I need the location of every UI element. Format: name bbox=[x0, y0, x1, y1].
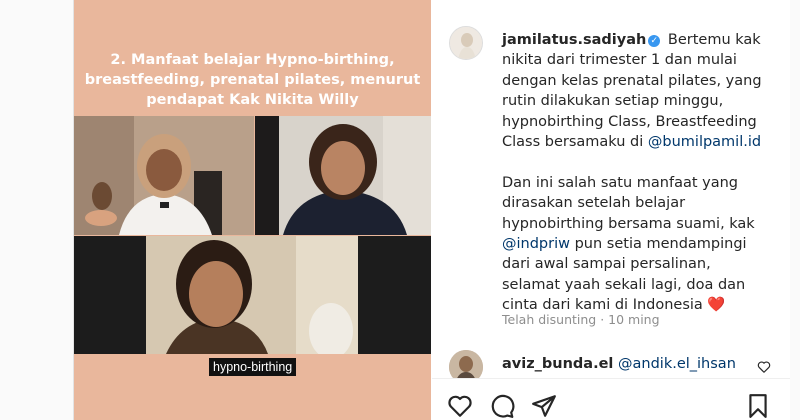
verified-badge-icon: ✓ bbox=[648, 35, 661, 47]
post-sidebar: jamilatus.sadiyah ✓ Bertemu kak nikita da… bbox=[432, 0, 790, 420]
caption-text-2: Dan ini salah satu manfaat yang dirasaka… bbox=[502, 174, 755, 232]
post-meta: Telah disunting · 10 ming bbox=[502, 312, 660, 327]
caption-text-1: Bertemu kak nikita dari trimester 1 dan … bbox=[502, 32, 762, 151]
heart-icon[interactable] bbox=[447, 393, 473, 419]
mention-link-2[interactable]: @indpriw bbox=[502, 236, 570, 252]
comment-bubble-icon[interactable] bbox=[489, 393, 515, 419]
heart-emoji: ❤️ bbox=[707, 297, 726, 314]
comment-heart-icon[interactable] bbox=[757, 360, 771, 374]
comment-mention[interactable]: @andik.el_ihsan bbox=[618, 356, 736, 372]
post-modal: 2. Manfaat belajar Hypno-birthing, breas… bbox=[73, 0, 790, 420]
author-avatar[interactable] bbox=[449, 26, 483, 60]
commenter-username[interactable]: aviz_bunda.el bbox=[502, 356, 613, 372]
person-3-illustration bbox=[146, 236, 358, 354]
mention-link-1[interactable]: @bumilpamil.id bbox=[648, 134, 761, 150]
video-tile-3 bbox=[74, 236, 431, 354]
post-media[interactable]: 2. Manfaat belajar Hypno-birthing, breas… bbox=[74, 0, 431, 420]
comment-row: aviz_bunda.el @andik.el_ihsan bbox=[502, 356, 736, 372]
video-subtitle: hypno-birthing bbox=[209, 358, 297, 376]
author-avatar-image bbox=[450, 27, 482, 59]
author-username[interactable]: jamilatus.sadiyah bbox=[502, 32, 646, 48]
action-bar bbox=[432, 378, 790, 420]
post-caption: jamilatus.sadiyah ✓ Bertemu kak nikita da… bbox=[502, 30, 766, 316]
bookmark-icon[interactable] bbox=[745, 393, 771, 419]
video-tile-2 bbox=[255, 116, 431, 235]
person-3-frame bbox=[146, 236, 358, 354]
media-caption-title: 2. Manfaat belajar Hypno-birthing, breas… bbox=[84, 52, 421, 108]
paper-plane-icon[interactable] bbox=[531, 393, 557, 419]
person-2-illustration bbox=[255, 116, 431, 235]
video-tile-1 bbox=[74, 116, 254, 235]
person-1-illustration bbox=[74, 116, 254, 235]
